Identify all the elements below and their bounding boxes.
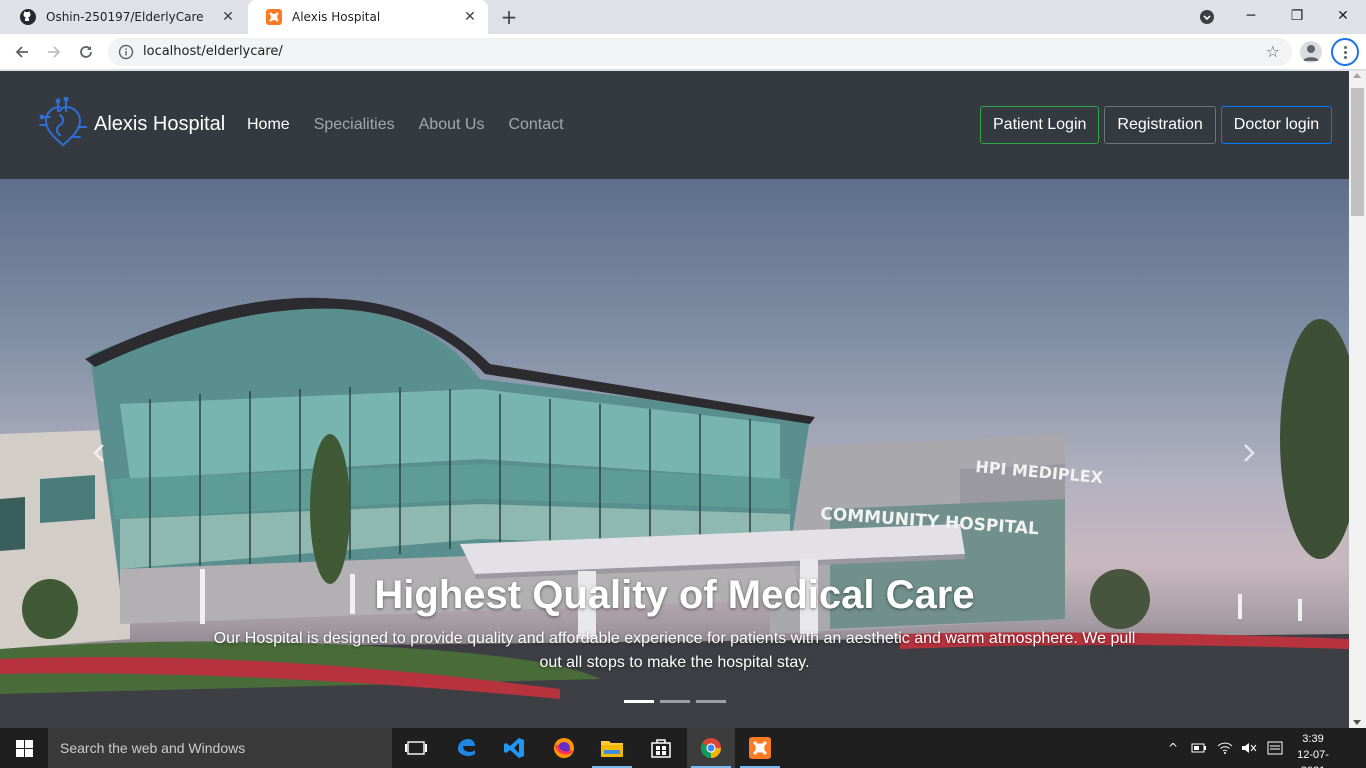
taskbar-search-input[interactable]: Search the web and Windows [48, 728, 392, 768]
windows-start-icon[interactable] [0, 728, 48, 768]
xampp-icon[interactable] [736, 728, 784, 768]
profile-avatar-icon[interactable] [1300, 41, 1322, 63]
task-view-icon[interactable] [392, 728, 440, 768]
address-bar[interactable]: localhost/elderlycare/ ☆ [108, 38, 1292, 66]
edge-icon[interactable] [442, 728, 490, 768]
clock-date: 12-07-2021 [1297, 749, 1329, 768]
close-window-button[interactable]: ✕ [1328, 4, 1358, 28]
site-navbar: Alexis Hospital Home Specialities About … [0, 71, 1349, 179]
site-info-icon[interactable] [118, 44, 134, 60]
page-viewport: Alexis Hospital Home Specialities About … [0, 71, 1349, 728]
page-scrollbar[interactable] [1349, 71, 1366, 728]
browser-menu-icon[interactable] [1331, 38, 1359, 66]
scroll-down-icon[interactable] [1353, 720, 1361, 725]
chevron-up-icon[interactable]: ^ [1165, 741, 1181, 755]
github-icon [20, 9, 36, 25]
tab-title: Alexis Hospital [292, 10, 381, 24]
brand-name: Alexis Hospital [94, 112, 226, 135]
nav-about-us[interactable]: About Us [419, 116, 485, 134]
carousel-indicator[interactable] [624, 700, 654, 703]
carousel-prev-icon[interactable] [88, 441, 112, 465]
carousel-next-icon[interactable] [1236, 441, 1260, 465]
forward-icon[interactable] [42, 40, 66, 64]
carousel-indicator[interactable] [660, 700, 690, 703]
tab-alexis-hospital[interactable]: Alexis Hospital ✕ [248, 0, 488, 34]
taskbar-clock[interactable]: 3:39 12-07-2021 [1288, 731, 1338, 768]
back-icon[interactable] [10, 40, 34, 64]
wifi-icon[interactable] [1217, 741, 1233, 755]
registration-button[interactable]: Registration [1104, 106, 1216, 144]
tab-search-icon[interactable] [1199, 9, 1215, 25]
system-tray: ^ [1165, 728, 1283, 768]
new-tab-button[interactable]: + [498, 6, 520, 28]
patient-login-button[interactable]: Patient Login [980, 106, 1100, 144]
minimize-button[interactable]: ─ [1236, 4, 1266, 28]
url-text: localhost/elderlycare/ [143, 44, 283, 59]
reload-icon[interactable] [74, 40, 98, 64]
file-explorer-icon[interactable] [588, 728, 636, 768]
brand[interactable]: Alexis Hospital [38, 97, 225, 151]
nav-specialities[interactable]: Specialities [314, 116, 395, 134]
heart-circuit-logo-icon [39, 97, 87, 147]
scroll-up-icon[interactable] [1353, 73, 1361, 78]
volume-muted-icon[interactable] [1241, 741, 1257, 755]
auth-buttons: Patient Login Registration Doctor login [980, 106, 1333, 144]
chrome-icon[interactable] [687, 728, 735, 768]
browser-tab-strip: Oshin-250197/ElderlyCare ✕ Alexis Hospit… [0, 0, 1366, 34]
bookmark-star-icon[interactable]: ☆ [1266, 42, 1280, 61]
xampp-icon [266, 9, 282, 25]
restore-button[interactable]: ❐ [1282, 4, 1312, 28]
nav-contact[interactable]: Contact [508, 116, 563, 134]
tab-github[interactable]: Oshin-250197/ElderlyCare ✕ [2, 0, 246, 34]
store-icon[interactable] [637, 728, 685, 768]
hero-carousel: COMMUNITY HOSPITAL HPI MEDIPLEX Highest … [0, 179, 1349, 728]
main-nav: Home Specialities About Us Contact [247, 116, 564, 134]
battery-icon[interactable] [1191, 742, 1207, 754]
doctor-login-button[interactable]: Doctor login [1220, 106, 1333, 144]
scrollbar-thumb[interactable] [1351, 88, 1364, 216]
carousel-indicators [624, 700, 726, 703]
windows-taskbar: Search the web and Windows ^ 3:39 12-07-… [0, 728, 1366, 768]
firefox-icon[interactable] [540, 728, 588, 768]
browser-toolbar: localhost/elderlycare/ ☆ [0, 34, 1366, 70]
nav-home[interactable]: Home [247, 116, 290, 134]
vscode-icon[interactable] [490, 728, 538, 768]
close-tab-icon[interactable]: ✕ [220, 9, 236, 25]
clock-time: 3:39 [1302, 733, 1324, 745]
close-tab-icon[interactable]: ✕ [462, 9, 478, 25]
hero-heading: Highest Quality of Medical Care [374, 573, 975, 617]
carousel-indicator[interactable] [696, 700, 726, 703]
hero-text: Our Hospital is designed to provide qual… [213, 630, 1136, 671]
action-center-icon[interactable] [1267, 741, 1283, 755]
tab-title: Oshin-250197/ElderlyCare [46, 10, 204, 24]
